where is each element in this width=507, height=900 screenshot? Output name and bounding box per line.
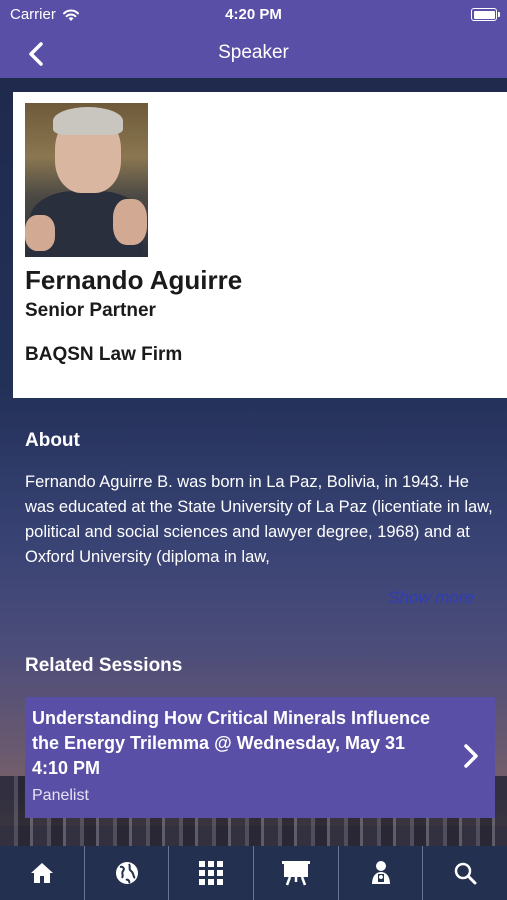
navigation-bar: Speaker (0, 30, 507, 78)
speaker-name: Fernando Aguirre (25, 265, 243, 295)
chevron-right-icon (464, 744, 478, 768)
speaker-card: Fernando Aguirre Senior Partner BAQSN La… (13, 92, 507, 398)
battery-level (473, 10, 495, 19)
tab-bar (0, 846, 507, 900)
status-bar: Carrier 4:20 PM (0, 0, 507, 30)
speaker-firm: BAQSN Law Firm (25, 344, 183, 365)
tab-sessions[interactable] (254, 846, 339, 900)
presentation-icon (281, 861, 310, 886)
photo-hand-right (113, 199, 147, 245)
speaker-role: Senior Partner (25, 300, 156, 321)
clock: 4:20 PM (225, 6, 282, 23)
about-text: Fernando Aguirre B. was born in La Paz, … (25, 473, 493, 566)
speaker-photo (25, 103, 148, 257)
page-title: Speaker (218, 42, 289, 63)
about-heading: About (25, 430, 80, 451)
session-role: Panelist (32, 787, 89, 804)
session-title: Understanding How Critical Minerals Infl… (32, 708, 431, 778)
photo-hand-left (25, 215, 55, 251)
tab-search[interactable] (423, 846, 507, 900)
globe-icon (115, 862, 138, 884)
tab-globe[interactable] (85, 846, 170, 900)
show-more-link[interactable]: Show more (388, 588, 474, 608)
related-sessions-heading: Related Sessions (25, 655, 183, 676)
battery-icon (471, 8, 500, 21)
tab-speakers[interactable] (339, 846, 424, 900)
home-icon (30, 863, 53, 883)
speaker-icon (371, 861, 390, 884)
tab-home[interactable] (0, 846, 85, 900)
grid-icon (199, 861, 224, 885)
search-icon (454, 862, 477, 885)
session-card[interactable]: Understanding How Critical Minerals Infl… (25, 697, 495, 818)
tab-grid[interactable] (169, 846, 255, 900)
photo-hair (53, 107, 123, 135)
